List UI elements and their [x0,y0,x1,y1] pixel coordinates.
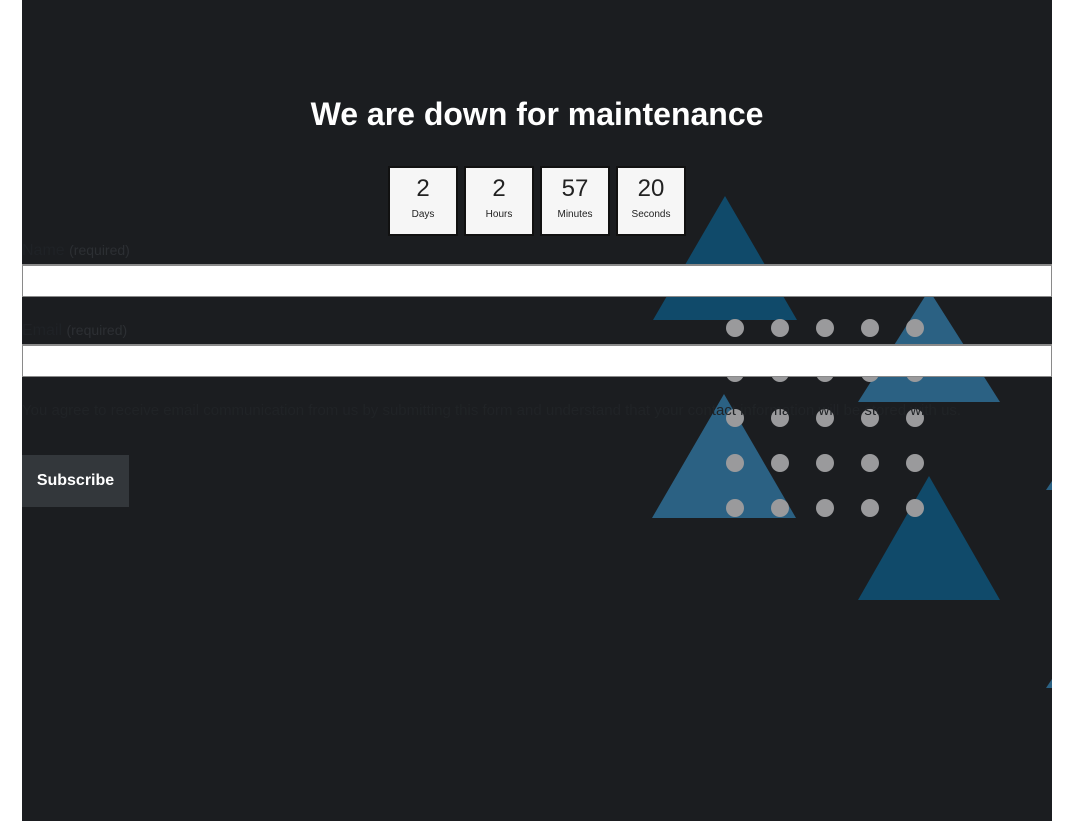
decorative-dot [726,499,744,517]
countdown-label: Seconds [631,209,671,220]
maintenance-panel: We are down for maintenance 2 Days 2 Hou… [22,0,1052,821]
decorative-dot [906,319,924,337]
required-indicator: (required) [66,322,128,338]
decorative-dot [861,319,879,337]
decorative-dot [771,454,789,472]
email-label-text: Email [22,322,63,339]
consent-text: You agree to receive email communication… [22,402,962,419]
email-label: Email (required) [22,322,127,340]
decorative-dot [816,454,834,472]
decorative-dot [816,319,834,337]
decorative-dot [771,319,789,337]
subscribe-button[interactable]: Subscribe [22,455,129,507]
countdown-label: Minutes [557,209,593,220]
decorative-dot [726,454,744,472]
decorative-dot [861,499,879,517]
required-indicator: (required) [69,242,130,258]
countdown-hours: 2 Hours [464,166,534,236]
countdown-seconds: 20 Seconds [616,166,686,236]
decorative-triangle [1046,478,1052,490]
countdown-value: 2 [492,175,506,202]
decorative-dot [906,454,924,472]
countdown-days: 2 Days [388,166,458,236]
decorative-dot [861,454,879,472]
countdown-label: Days [411,209,435,220]
decorative-dot [816,499,834,517]
name-label: Name (required) [22,242,130,260]
countdown-value: 57 [561,175,589,202]
decorative-dot [726,319,744,337]
decorative-dot [906,499,924,517]
name-label-text: Name [22,242,65,259]
countdown-value: 20 [637,175,665,202]
decorative-triangle [1046,676,1052,688]
name-field[interactable] [22,264,1052,297]
email-field[interactable] [22,344,1052,377]
countdown-minutes: 57 Minutes [540,166,610,236]
decorative-dot [771,499,789,517]
countdown-timer: 2 Days 2 Hours 57 Minutes 20 Seconds [388,166,686,236]
countdown-value: 2 [416,175,430,202]
page-title: We are down for maintenance [310,96,764,132]
countdown-label: Hours [485,209,513,220]
